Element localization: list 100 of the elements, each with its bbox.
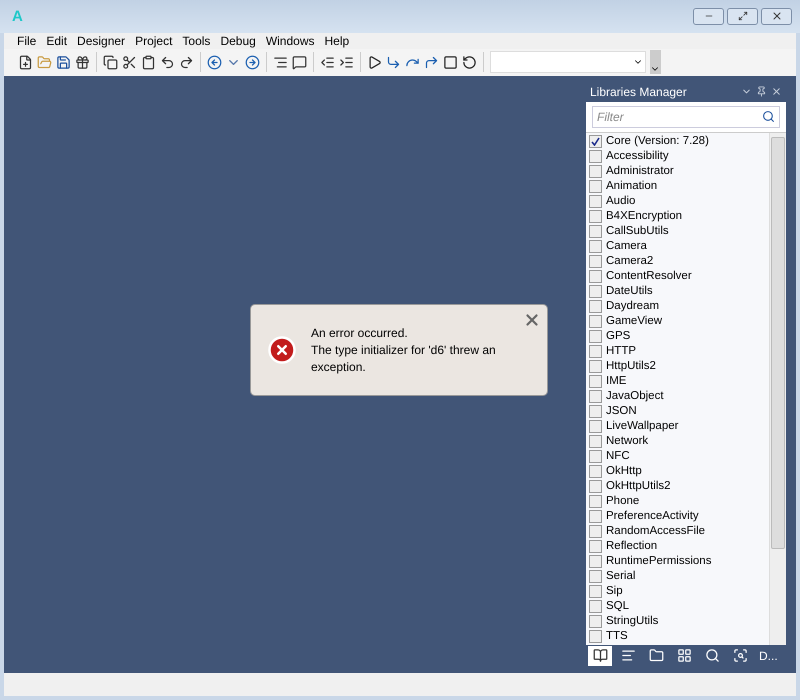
- checkbox[interactable]: [589, 540, 602, 553]
- checkbox[interactable]: [589, 300, 602, 313]
- library-name: SQL: [606, 600, 630, 612]
- library-name: TTS: [606, 630, 628, 642]
- library-name: Network: [606, 435, 648, 448]
- menu-item[interactable]: Project: [130, 34, 178, 48]
- checkbox[interactable]: [589, 614, 602, 628]
- panel-title: Libraries Manager: [590, 84, 687, 99]
- library-name: RandomAccessFile: [606, 525, 706, 538]
- library-name: Core (Version: 7.28): [606, 135, 709, 148]
- step-in-icon[interactable]: [386, 54, 401, 70]
- checkbox[interactable]: [589, 524, 602, 538]
- undo-icon[interactable]: [160, 54, 175, 70]
- book-icon[interactable]: [588, 646, 612, 666]
- library-name: HTTP: [606, 345, 636, 358]
- checkbox[interactable]: [589, 210, 602, 223]
- library-name: Camera2: [606, 255, 654, 268]
- checkbox[interactable]: [589, 404, 602, 418]
- checkbox[interactable]: [589, 554, 602, 568]
- library-name: Reflection: [606, 540, 658, 552]
- checkbox[interactable]: [589, 270, 602, 283]
- checkbox[interactable]: [589, 450, 602, 463]
- checkbox[interactable]: [589, 630, 602, 643]
- library-name: NFC: [606, 450, 630, 462]
- checkbox[interactable]: [589, 164, 602, 178]
- checkbox[interactable]: [589, 570, 602, 583]
- checkbox[interactable]: [589, 284, 602, 298]
- checkbox[interactable]: [589, 224, 602, 238]
- library-name: Serial: [606, 570, 636, 582]
- checkbox[interactable]: [589, 584, 602, 598]
- library-name: Accessibility: [606, 150, 669, 162]
- library-name: GameView: [606, 315, 662, 328]
- error-message: An error occurred.: [311, 324, 409, 342]
- checkbox[interactable]: [589, 480, 602, 493]
- redo-icon[interactable]: [179, 54, 194, 70]
- scrollbar[interactable]: [769, 132, 786, 645]
- pin-icon[interactable]: [756, 86, 767, 98]
- checkbox[interactable]: [589, 360, 602, 373]
- checkbox[interactable]: [589, 420, 602, 433]
- save-icon[interactable]: [56, 54, 71, 70]
- checkbox[interactable]: [589, 494, 602, 508]
- checkbox[interactable]: [589, 600, 602, 613]
- dropdown-field[interactable]: [490, 51, 646, 74]
- app-logo: A: [12, 8, 23, 25]
- checkbox[interactable]: [589, 194, 602, 208]
- outdent-icon[interactable]: [320, 54, 335, 70]
- indent-icon[interactable]: [339, 54, 354, 70]
- indent-icon[interactable]: [273, 54, 288, 70]
- library-name: ContentResolver: [606, 270, 692, 282]
- close-button[interactable]: [761, 8, 792, 25]
- close-icon[interactable]: [771, 86, 782, 98]
- forward-icon[interactable]: [245, 54, 260, 70]
- checkbox[interactable]: [589, 134, 602, 148]
- stop-icon[interactable]: [443, 54, 458, 70]
- back-icon[interactable]: [207, 54, 222, 70]
- menu-item[interactable]: File: [12, 34, 42, 48]
- checkbox[interactable]: [589, 434, 602, 448]
- paste-icon[interactable]: [141, 54, 156, 70]
- checkbox[interactable]: [589, 314, 602, 328]
- library-name: Sip: [606, 585, 623, 598]
- library-name: JSON: [606, 405, 637, 418]
- library-name: CallSubUtils: [606, 225, 669, 238]
- minimize-button[interactable]: [693, 8, 724, 25]
- search-icon[interactable]: [762, 110, 775, 123]
- play-icon[interactable]: [367, 54, 382, 70]
- checkbox[interactable]: [589, 254, 602, 268]
- menu-item[interactable]: Help: [320, 34, 354, 48]
- menu-item[interactable]: Edit: [41, 34, 72, 48]
- copy-icon[interactable]: [103, 54, 118, 70]
- library-name: JavaObject: [606, 390, 664, 402]
- checkbox[interactable]: [589, 344, 602, 358]
- menu-item[interactable]: Tools: [177, 34, 216, 48]
- checkbox[interactable]: [589, 390, 602, 403]
- menu-item[interactable]: Windows: [260, 34, 320, 48]
- library-name: Phone: [606, 495, 640, 508]
- library-name: StringUtils: [606, 615, 658, 628]
- step-out-icon[interactable]: [424, 54, 439, 70]
- comment-icon[interactable]: [292, 54, 307, 70]
- restart-icon[interactable]: [462, 54, 477, 70]
- checkbox[interactable]: [589, 150, 602, 163]
- checkbox[interactable]: [589, 240, 602, 253]
- checkbox[interactable]: [589, 330, 602, 343]
- gift-icon[interactable]: [75, 54, 90, 70]
- maximize-button[interactable]: [727, 8, 758, 25]
- library-name: Camera: [606, 240, 647, 252]
- checkbox[interactable]: [589, 464, 602, 478]
- overflow-button[interactable]: [650, 50, 661, 74]
- library-name: HttpUtils2: [606, 360, 656, 372]
- checkbox[interactable]: [589, 180, 602, 193]
- library-name: Animation: [606, 180, 658, 192]
- filter-field[interactable]: Filter: [592, 106, 780, 128]
- cut-icon[interactable]: [122, 54, 137, 70]
- checkbox[interactable]: [589, 510, 602, 523]
- panel-tab[interactable]: D...: [756, 646, 781, 666]
- error-message: The type initializer for 'd6' threw an exception.: [311, 342, 497, 376]
- library-name: PreferenceActivity: [606, 510, 699, 522]
- checkbox[interactable]: [589, 374, 602, 388]
- menu-item[interactable]: Designer: [72, 34, 130, 48]
- menu-item[interactable]: Debug: [215, 34, 261, 48]
- new-file-icon[interactable]: [18, 54, 33, 70]
